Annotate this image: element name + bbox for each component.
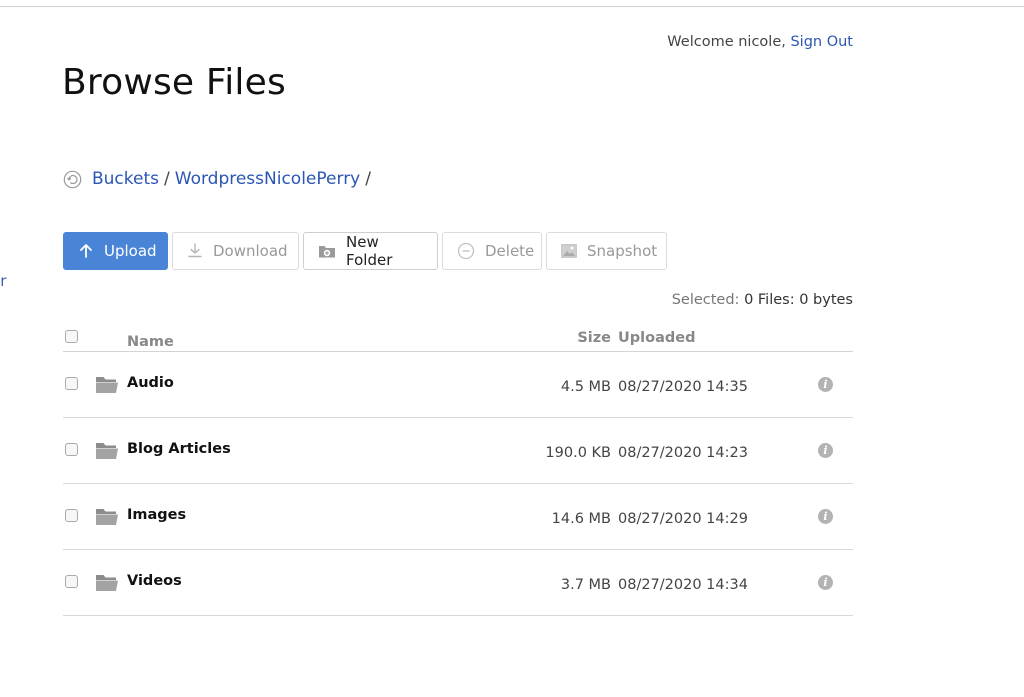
info-icon[interactable]: i — [818, 509, 833, 524]
column-uploaded[interactable]: Uploaded — [618, 330, 695, 346]
column-name[interactable]: Name — [127, 334, 174, 350]
breadcrumb-buckets[interactable]: Buckets — [92, 169, 159, 189]
folder-plus-icon — [318, 242, 336, 260]
snapshot-label: Snapshot — [587, 242, 658, 260]
info-icon[interactable]: i — [818, 377, 833, 392]
breadcrumb-separator: / — [164, 169, 170, 189]
file-toolbar: Upload Download New Folder Delete Snapsh… — [63, 232, 667, 270]
row-uploaded: 08/27/2020 14:34 — [618, 577, 748, 593]
back-arrow-icon[interactable] — [63, 170, 82, 189]
row-uploaded: 08/27/2020 14:23 — [618, 445, 748, 461]
sign-out-link[interactable]: Sign Out — [790, 34, 853, 50]
download-label: Download — [213, 242, 288, 260]
minus-circle-icon — [457, 242, 475, 260]
selection-summary: Selected: 0 Files: 0 bytes — [672, 292, 853, 308]
row-checkbox[interactable] — [65, 575, 78, 588]
row-checkbox[interactable] — [65, 509, 78, 522]
row-size: 190.0 KB — [545, 445, 611, 461]
download-button[interactable]: Download — [172, 232, 299, 270]
sidebar-link-fragment[interactable]: er — [0, 272, 6, 290]
table-header: Name Size Uploaded — [63, 320, 853, 352]
breadcrumb-separator: / — [365, 169, 371, 189]
image-icon — [561, 242, 577, 260]
folder-icon — [95, 441, 119, 460]
row-name[interactable]: Audio — [127, 375, 174, 391]
selection-label: Selected: — [671, 292, 740, 308]
select-all-checkbox[interactable] — [65, 330, 78, 343]
table-row[interactable]: Images 14.6 MB 08/27/2020 14:29 i — [63, 484, 853, 550]
column-size[interactable]: Size — [577, 330, 611, 346]
delete-label: Delete — [485, 242, 535, 260]
row-size: 14.6 MB — [551, 511, 611, 527]
arrow-up-icon — [78, 242, 94, 260]
table-row[interactable]: Videos 3.7 MB 08/27/2020 14:34 i — [63, 550, 853, 616]
row-uploaded: 08/27/2020 14:29 — [618, 511, 748, 527]
row-name[interactable]: Images — [127, 507, 186, 523]
row-checkbox[interactable] — [65, 443, 78, 456]
new-folder-button[interactable]: New Folder — [303, 232, 438, 270]
info-icon[interactable]: i — [818, 443, 833, 458]
selection-value: 0 Files: 0 bytes — [744, 292, 853, 308]
info-icon[interactable]: i — [818, 575, 833, 590]
upload-label: Upload — [104, 242, 157, 260]
download-icon — [187, 242, 203, 260]
file-table: Name Size Uploaded Audio 4.5 MB 08/27/20… — [63, 320, 853, 616]
folder-icon — [95, 507, 119, 526]
upload-button[interactable]: Upload — [63, 232, 168, 270]
breadcrumb-bucket[interactable]: WordpressNicolePerry — [175, 169, 361, 189]
breadcrumb: Buckets / WordpressNicolePerry / — [63, 169, 376, 189]
row-checkbox[interactable] — [65, 377, 78, 390]
table-row[interactable]: Blog Articles 190.0 KB 08/27/2020 14:23 … — [63, 418, 853, 484]
top-divider — [0, 6, 1024, 7]
row-name[interactable]: Blog Articles — [127, 441, 231, 457]
user-greeting: Welcome nicole, Sign Out — [667, 34, 853, 50]
row-size: 4.5 MB — [560, 379, 611, 395]
row-name[interactable]: Videos — [127, 573, 182, 589]
welcome-text: Welcome nicole, — [667, 34, 786, 50]
table-row[interactable]: Audio 4.5 MB 08/27/2020 14:35 i — [63, 352, 853, 418]
page-title: Browse Files — [62, 62, 286, 103]
delete-button[interactable]: Delete — [442, 232, 542, 270]
row-size: 3.7 MB — [560, 577, 611, 593]
new-folder-label: New Folder — [346, 233, 393, 269]
folder-icon — [95, 573, 119, 592]
row-uploaded: 08/27/2020 14:35 — [618, 379, 748, 395]
folder-icon — [95, 375, 119, 394]
snapshot-button[interactable]: Snapshot — [546, 232, 667, 270]
